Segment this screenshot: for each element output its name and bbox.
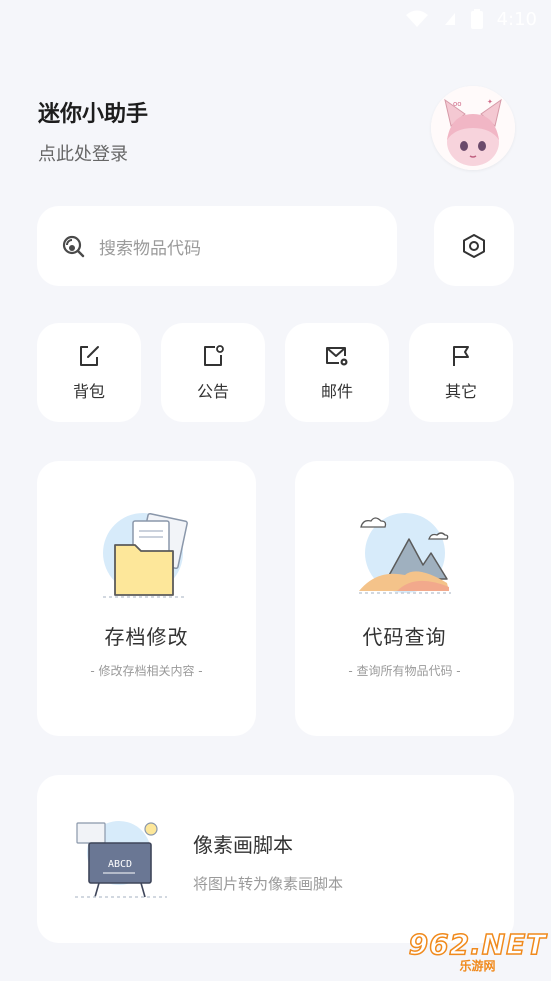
svg-text:oo: oo xyxy=(453,100,462,108)
quick-action-backpack[interactable]: 背包 xyxy=(37,323,141,422)
mail-settings-icon xyxy=(326,346,348,365)
status-bar: 4:10 xyxy=(0,0,551,38)
avatar-image: oo ✦ xyxy=(431,86,515,170)
battery-icon xyxy=(470,9,483,29)
card-subtitle: 将图片转为像素画脚本 xyxy=(193,875,344,893)
card-subtitle: - 修改存档相关内容 - xyxy=(90,664,203,678)
search-placeholder: 搜索物品代码 xyxy=(99,238,201,259)
search-bar[interactable]: 搜索物品代码 xyxy=(37,206,397,286)
login-link[interactable]: 点此处登录 xyxy=(38,140,128,166)
card-title: 代码查询 xyxy=(362,625,447,649)
code-query-card[interactable]: 代码查询 - 查询所有物品代码 - xyxy=(295,461,514,736)
mountain-illustration xyxy=(358,513,451,594)
app-title: 迷你小助手 xyxy=(38,102,149,127)
signal-icon xyxy=(444,13,455,25)
pixel-script-card[interactable]: ABCD 像素画脚本 将图片转为像素画脚本 xyxy=(37,775,514,943)
watermark-sub: 乐游网 xyxy=(459,959,496,973)
quick-action-label: 其它 xyxy=(444,381,477,401)
settings-button[interactable] xyxy=(434,206,514,286)
watermark-logo: 962.NET 乐游网 xyxy=(408,928,547,976)
watermark-main: 962.NET xyxy=(408,928,547,961)
save-edit-card[interactable]: 存档修改 - 修改存档相关内容 - xyxy=(37,461,256,736)
quick-action-label: 邮件 xyxy=(320,381,353,401)
board-text: ABCD xyxy=(108,859,132,870)
quick-action-label: 背包 xyxy=(72,381,105,401)
quick-action-mail[interactable]: 邮件 xyxy=(285,323,389,422)
edit-icon xyxy=(80,345,99,366)
status-time: 4:10 xyxy=(496,8,537,30)
card-title: 存档修改 xyxy=(104,625,189,649)
flag-icon xyxy=(453,345,469,366)
wifi-icon xyxy=(405,10,428,27)
gear-icon xyxy=(463,234,485,258)
folder-illustration xyxy=(102,512,188,598)
quick-action-other[interactable]: 其它 xyxy=(409,323,513,422)
blackboard-illustration: ABCD xyxy=(75,821,167,898)
search-icon xyxy=(62,235,85,258)
avatar[interactable]: oo ✦ xyxy=(431,86,515,170)
card-title: 像素画脚本 xyxy=(193,833,293,857)
notice-icon xyxy=(204,344,224,366)
quick-action-notice[interactable]: 公告 xyxy=(161,323,265,422)
card-subtitle: - 查询所有物品代码 - xyxy=(348,664,461,678)
quick-action-label: 公告 xyxy=(196,381,229,401)
svg-text:✦: ✦ xyxy=(487,98,493,106)
